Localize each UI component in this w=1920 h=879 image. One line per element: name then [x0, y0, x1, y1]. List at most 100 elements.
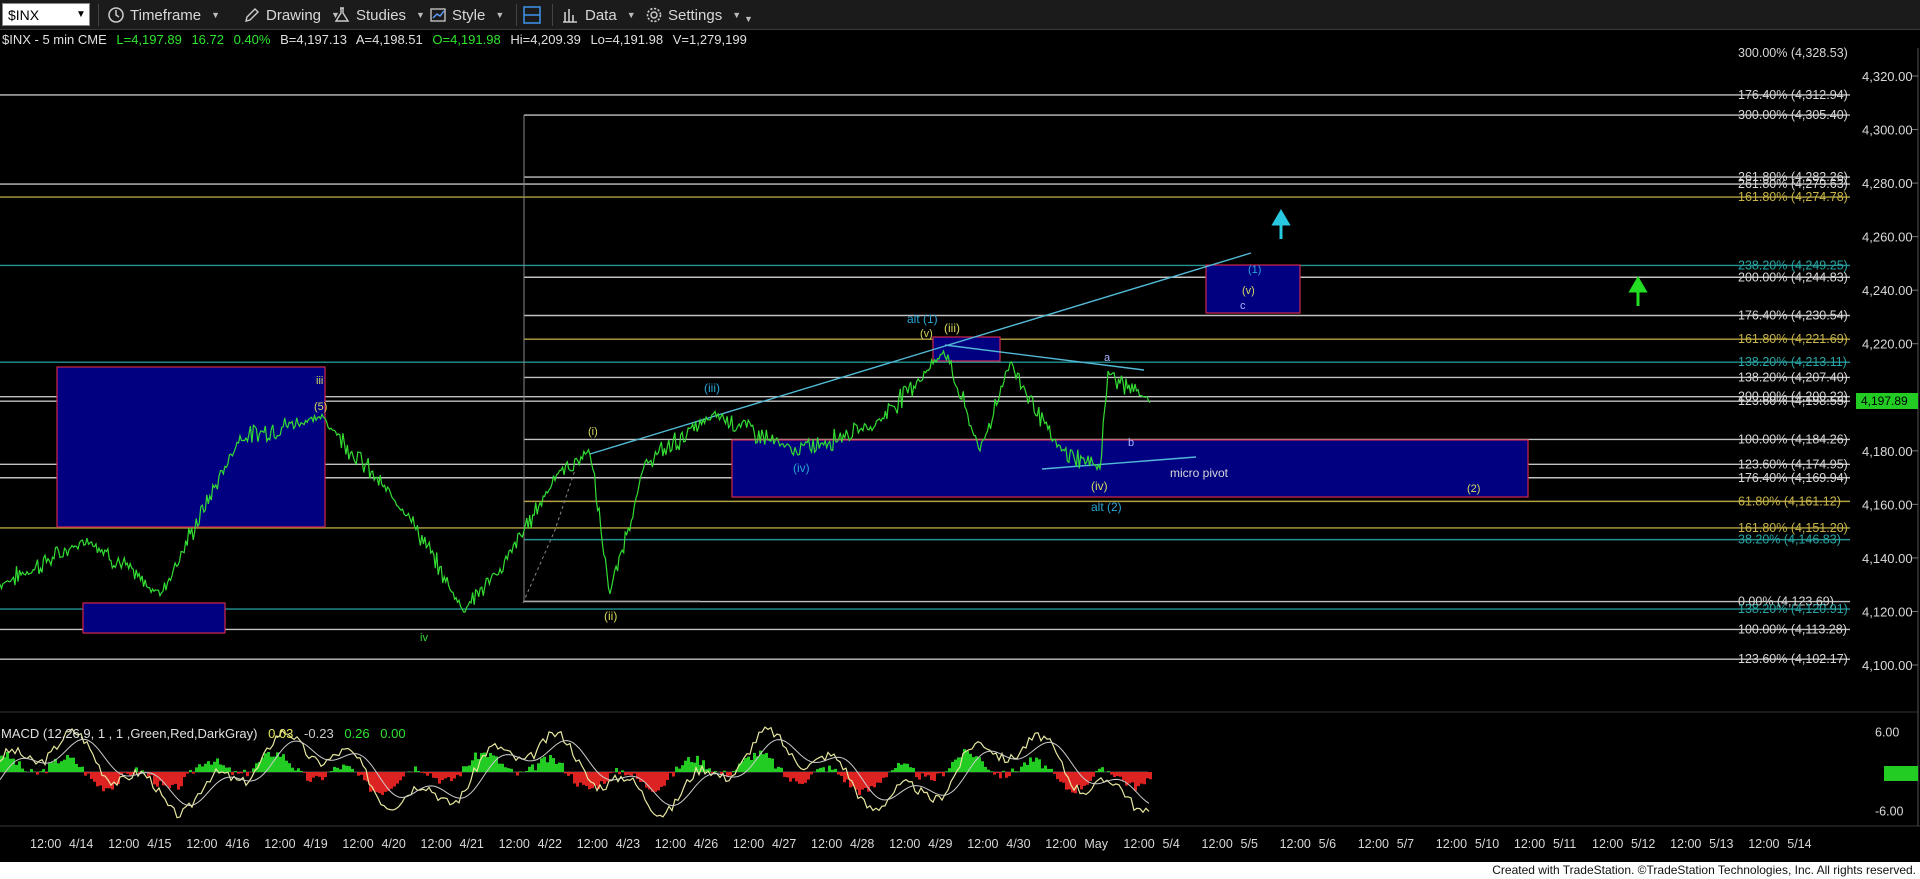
macd-histogram-bar: [60, 761, 63, 772]
macd-histogram-bar: [909, 767, 912, 772]
fibonacci-labels: 300.00% (4,328.53) 176.40% (4,312.94) 300.…: [1738, 46, 1848, 666]
macd-histogram-bar: [549, 755, 552, 772]
wave-label: (iii): [944, 321, 960, 335]
macd-histogram-bar: [345, 765, 348, 772]
time-tick-label: 12:00: [1123, 837, 1154, 851]
macd-histogram-bar: [690, 762, 693, 772]
macd-histogram-bar: [1092, 772, 1095, 777]
macd-histogram-bar: [543, 756, 546, 772]
time-tick-label: 5/10: [1475, 837, 1499, 851]
macd-histogram-bar: [1134, 772, 1137, 791]
macd-histogram-bar: [744, 758, 747, 772]
time-tick-label: 4/30: [1006, 837, 1030, 851]
macd-histogram-bar: [69, 757, 72, 772]
macd-histogram-bar: [1035, 757, 1038, 772]
macd-histogram-bar: [1053, 772, 1056, 774]
macd-histogram-bar: [312, 772, 315, 778]
wave-label: c: [1240, 300, 1246, 312]
macd-histogram-bar: [264, 753, 267, 772]
wave-label: a: [1104, 352, 1111, 364]
macd-histogram-bar: [891, 770, 894, 772]
macd-histogram-bar: [180, 772, 183, 787]
footer: Created with TradeStation. ©TradeStation…: [0, 862, 1920, 879]
price-tick-label: 4,240.00: [1862, 283, 1913, 298]
macd-histogram-bar: [1020, 766, 1023, 772]
macd-histogram-bar: [789, 772, 792, 782]
macd-histogram-bar: [1113, 772, 1116, 778]
fibonacci-level-label: 138.20% (4,120.91): [1738, 602, 1848, 616]
macd-histogram-bar: [564, 772, 567, 774]
macd-histogram-bar: [189, 769, 192, 772]
macd-histogram-bar: [177, 772, 180, 790]
macd-histogram-bar: [15, 764, 18, 772]
macd-histogram-bar: [732, 771, 735, 772]
macd-histogram-bar: [882, 772, 885, 778]
macd-histogram-bar: [684, 760, 687, 772]
time-tick-label: 12:00: [421, 837, 452, 851]
price-chart[interactable]: 4,320.00 4,300.00 4,280.00 4,260.00 4,240.00…: [0, 0, 1920, 879]
macd-histogram-bar: [1101, 767, 1104, 772]
macd-histogram-bar: [294, 770, 297, 772]
macd-histogram-bar: [174, 772, 177, 784]
time-tick-label: 12:00: [967, 837, 998, 851]
macd-histogram-bar: [1002, 770, 1005, 772]
macd-histogram-bar: [1095, 771, 1098, 772]
macd-histogram-bar: [204, 763, 207, 772]
macd-zero-value: 0.00: [380, 726, 406, 741]
macd-histogram-bar: [552, 758, 555, 772]
wave-label: (1): [1248, 264, 1261, 276]
macd-histogram-bar: [1011, 768, 1014, 772]
macd-histogram-bar: [279, 756, 282, 772]
macd-histogram-bar: [42, 769, 45, 772]
macd-histogram-bar: [906, 763, 909, 772]
macd-histogram-bar: [966, 751, 969, 772]
macd-histogram-bar: [57, 763, 60, 772]
macd-histogram-bar: [426, 772, 429, 776]
wave-label: (iv): [1091, 479, 1108, 493]
macd-histogram-bar: [1050, 768, 1053, 772]
macd-histogram-bar: [393, 772, 396, 787]
price-tick-label: 4,100.00: [1862, 658, 1913, 673]
macd-histogram-bar: [291, 767, 294, 772]
macd-histogram-bar: [996, 772, 999, 774]
macd-histogram-bar: [390, 772, 393, 789]
macd-histogram-bar: [459, 772, 462, 777]
price-tick-label: 4,220.00: [1862, 337, 1913, 352]
macd-histogram-bar: [1140, 772, 1143, 784]
macd-histogram-bar: [927, 772, 930, 776]
time-tick-label: 4/22: [538, 837, 562, 851]
time-tick-label: May: [1084, 837, 1108, 851]
macd-histogram-bar: [897, 762, 900, 772]
macd-histogram-bar: [654, 772, 657, 792]
macd-histogram-bar: [1137, 772, 1140, 787]
time-tick-label: 12:00: [108, 837, 139, 851]
macd-histogram-bar: [687, 757, 690, 772]
macd-histogram-bar: [903, 763, 906, 772]
macd-histogram-bar: [981, 761, 984, 772]
fibonacci-level-label: 100.00% (4,113.28): [1738, 622, 1847, 636]
macd-histogram-bar: [1005, 772, 1008, 778]
macd-histogram-bar: [1023, 762, 1026, 772]
time-tick-label: 12:00: [655, 837, 686, 851]
macd-title: MACD (12,26,9, 1 , 1 ,Green,Red,DarkGray…: [1, 726, 258, 741]
macd-histogram-bar: [525, 770, 528, 772]
time-tick-label: 4/26: [694, 837, 718, 851]
macd-histogram-bar: [1116, 772, 1119, 777]
macd-histogram-bar: [126, 772, 129, 774]
wave-label: (iv): [793, 461, 810, 475]
macd-histogram-bar: [18, 761, 21, 772]
macd-histogram-bar: [948, 768, 951, 772]
macd-histogram-bar: [447, 772, 450, 778]
macd-histogram-bar: [201, 766, 204, 772]
macd-histogram-bar: [333, 766, 336, 772]
wave-label: (5): [314, 401, 327, 413]
macd-histogram-bar: [1059, 772, 1062, 782]
macd-histogram-bar: [66, 755, 69, 772]
macd-histogram-bar: [879, 772, 882, 783]
macd-histogram-bar: [804, 772, 807, 783]
macd-histogram-bar: [297, 768, 300, 772]
macd-histogram-bar: [228, 767, 231, 772]
macd-histogram-bar: [423, 772, 426, 774]
wave-label: (iii): [704, 381, 720, 395]
macd-histogram-bar: [1017, 771, 1020, 772]
